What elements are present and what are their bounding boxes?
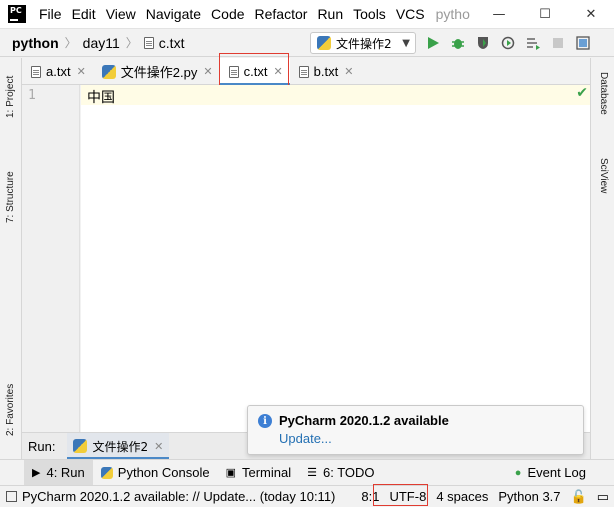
favorites-tool-window-button[interactable]: 2: Favorites: [5, 384, 16, 436]
todo-icon: ☰: [307, 467, 317, 479]
tool-tab-event-log[interactable]: ● Event Log: [507, 460, 594, 486]
run-configuration-dropdown[interactable]: 文件操作2 ▼: [310, 32, 416, 54]
run-label: Run:: [28, 438, 56, 454]
run-configuration-label: 文件操作2: [336, 36, 392, 51]
annotation-highlight-box: [373, 484, 428, 506]
tool-tab-todo[interactable]: ☰ 6: TODO: [299, 460, 382, 486]
text-file-icon: [143, 36, 154, 49]
python-icon: [73, 439, 88, 453]
breadcrumb-folder[interactable]: day11: [77, 35, 120, 51]
python-file-icon: [101, 64, 116, 79]
status-bar: PyCharm 2020.1.2 available: // Update...…: [0, 485, 614, 507]
current-line-highlight: [81, 85, 590, 105]
menu-view[interactable]: View: [101, 6, 141, 22]
info-icon: i: [258, 414, 272, 428]
close-tab-icon[interactable]: ✕: [344, 65, 353, 78]
navigation-bar: python 〉 day11 〉 c.txt 文件操作2 ▼: [0, 29, 614, 57]
window-controls: — ☐ ✕: [476, 0, 614, 29]
tab-a-txt[interactable]: a.txt ✕: [22, 58, 93, 85]
breadcrumb-separator-icon: 〉: [125, 36, 138, 50]
concurrency-icon[interactable]: [524, 34, 542, 52]
breadcrumb-project[interactable]: python: [0, 35, 59, 51]
close-tab-icon[interactable]: ✕: [154, 440, 163, 453]
event-log-icon: ●: [514, 466, 522, 479]
close-tab-icon[interactable]: ✕: [77, 65, 86, 78]
structure-tool-window-button[interactable]: 7: Structure: [5, 171, 16, 223]
title-bar: PC File Edit View Navigate Code Refactor…: [0, 0, 614, 29]
menu-run[interactable]: Run: [312, 6, 348, 22]
coverage-icon[interactable]: [474, 34, 492, 52]
run-toolbar: [424, 34, 599, 52]
menu-file[interactable]: File: [34, 6, 67, 22]
editor-tab-bar: a.txt ✕ 文件操作2.py ✕ c.txt ✕ b.txt ✕: [22, 58, 590, 86]
close-icon: ✕: [585, 7, 597, 22]
inspection-ok-icon: ✔: [576, 85, 588, 101]
window-project-title: pytho: [435, 6, 470, 22]
project-tool-window-button[interactable]: 1: Project: [5, 76, 16, 118]
tab-b-txt[interactable]: b.txt ✕: [290, 58, 361, 85]
run-icon[interactable]: [424, 34, 442, 52]
code-line[interactable]: 中国: [87, 87, 115, 107]
debug-icon[interactable]: [449, 34, 467, 52]
right-tool-strip: Database SciView: [590, 58, 614, 459]
run-tab[interactable]: 文件操作2 ✕: [67, 432, 170, 460]
status-message[interactable]: PyCharm 2020.1.2 available: // Update...…: [17, 489, 340, 504]
chevron-down-icon: ▼: [402, 37, 410, 49]
menu-refactor[interactable]: Refactor: [250, 6, 313, 22]
tool-tab-run[interactable]: ▶ 4: Run: [24, 459, 93, 486]
tool-tab-python-console[interactable]: Python Console: [93, 460, 218, 486]
python-icon: [317, 36, 331, 50]
python-console-icon: [100, 466, 113, 479]
notifications-icon[interactable]: ▭: [592, 489, 614, 505]
lock-icon[interactable]: 🔓: [566, 489, 592, 505]
tool-windows-toggle-icon[interactable]: [6, 491, 17, 502]
menu-vcs[interactable]: VCS: [391, 6, 430, 22]
terminal-icon: ▣: [225, 467, 236, 479]
menu-tools[interactable]: Tools: [348, 6, 391, 22]
stop-icon[interactable]: [549, 34, 567, 52]
indent-setting[interactable]: 4 spaces: [431, 489, 493, 504]
breadcrumb-file[interactable]: c.txt: [138, 35, 184, 51]
more-icon[interactable]: [574, 34, 592, 52]
text-file-icon: [31, 65, 41, 78]
pycharm-logo-icon: PC: [8, 5, 26, 23]
run-triangle-icon: ▶: [32, 467, 41, 479]
annotation-highlight-box: [219, 53, 289, 86]
sciview-tool-window-button[interactable]: SciView: [598, 158, 609, 193]
maximize-button[interactable]: ☐: [522, 0, 568, 29]
close-window-button[interactable]: ✕: [568, 0, 614, 29]
menu-edit[interactable]: Edit: [67, 6, 101, 22]
profile-icon[interactable]: [499, 34, 517, 52]
minimize-button[interactable]: —: [476, 0, 522, 29]
minimize-icon: —: [492, 7, 506, 22]
notification-title: PyCharm 2020.1.2 available: [279, 413, 449, 428]
update-notification: i PyCharm 2020.1.2 available Update...: [247, 405, 584, 455]
editor-gutter: 1: [22, 85, 80, 432]
tool-tab-terminal[interactable]: ▣ Terminal: [218, 460, 300, 486]
maximize-icon: ☐: [539, 7, 551, 22]
line-number: 1: [28, 88, 36, 103]
tool-window-bar: ▶ 4: Run Python Console ▣ Terminal ☰ 6: …: [0, 459, 614, 486]
editor-area[interactable]: 中国 ✔: [81, 85, 590, 432]
tab-file-op-2-py[interactable]: 文件操作2.py ✕: [93, 58, 220, 85]
left-tool-strip: 1: Project 7: Structure 2: Favorites: [0, 58, 22, 459]
database-tool-window-button[interactable]: Database: [598, 72, 609, 115]
python-interpreter[interactable]: Python 3.7: [493, 489, 565, 504]
update-link[interactable]: Update...: [279, 431, 332, 446]
breadcrumb-separator-icon: 〉: [64, 36, 77, 50]
text-file-icon: [298, 65, 309, 78]
menu-code[interactable]: Code: [206, 6, 249, 22]
menu-navigate[interactable]: Navigate: [141, 6, 206, 22]
close-tab-icon[interactable]: ✕: [203, 65, 212, 78]
menu-bar: File Edit View Navigate Code Refactor Ru…: [34, 6, 430, 22]
